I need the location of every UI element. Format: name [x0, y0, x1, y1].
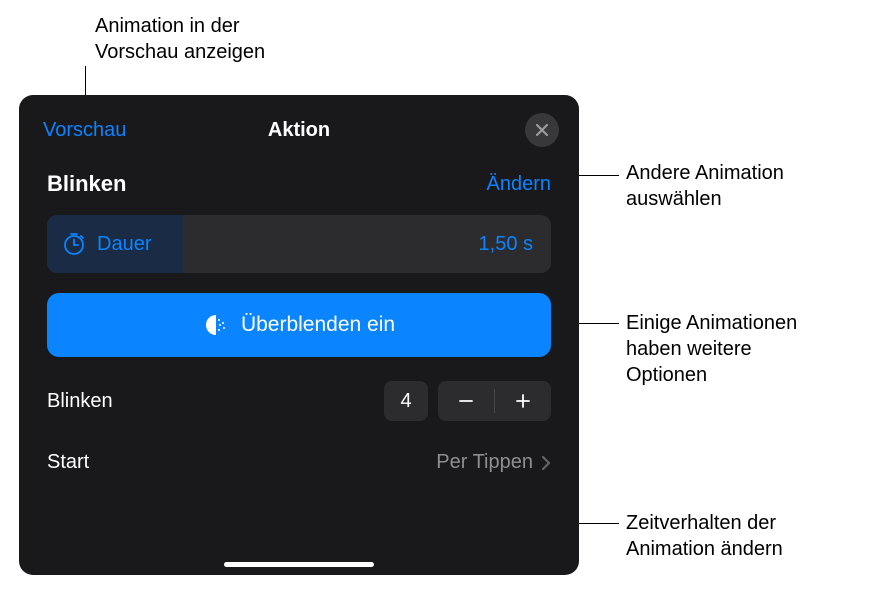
close-icon [535, 123, 549, 137]
blinken-stepper-row: Blinken 4 [47, 381, 551, 421]
stepper-minus-button[interactable] [438, 381, 494, 421]
plus-icon [514, 392, 532, 410]
change-button[interactable]: Ändern [487, 173, 552, 196]
callout-timing: Zeitverhalten der Animation ändern [626, 510, 783, 562]
animation-name: Blinken [47, 171, 126, 197]
animation-subheader: Blinken Ändern [19, 161, 579, 215]
timer-icon [61, 231, 87, 257]
stepper-plus-button[interactable] [495, 381, 551, 421]
start-label: Start [47, 451, 89, 474]
blend-icon [203, 312, 229, 338]
duration-slider[interactable]: Dauer 1,50 s [47, 215, 551, 273]
minus-icon [457, 392, 475, 410]
start-value: Per Tippen [436, 451, 533, 474]
callout-preview: Animation in der Vorschau anzeigen [95, 13, 265, 65]
panel-header: Vorschau Aktion [19, 95, 579, 161]
stepper-control [438, 381, 551, 421]
home-indicator [224, 562, 374, 567]
preview-button[interactable]: Vorschau [43, 119, 126, 142]
callout-options: Einige Animationen haben weitere Optione… [626, 310, 797, 388]
blend-label: Überblenden ein [241, 313, 395, 337]
panel-title: Aktion [268, 119, 330, 142]
duration-value: 1,50 s [479, 233, 533, 256]
action-panel: Vorschau Aktion Blinken Ändern Dauer [19, 95, 579, 575]
callout-change: Andere Animation auswählen [626, 160, 784, 212]
stepper-label: Blinken [47, 390, 113, 413]
duration-label: Dauer [97, 233, 151, 256]
blend-button[interactable]: Überblenden ein [47, 293, 551, 357]
start-row[interactable]: Start Per Tippen [47, 451, 551, 474]
chevron-right-icon [541, 455, 551, 471]
close-button[interactable] [525, 113, 559, 147]
stepper-value: 4 [384, 381, 428, 421]
